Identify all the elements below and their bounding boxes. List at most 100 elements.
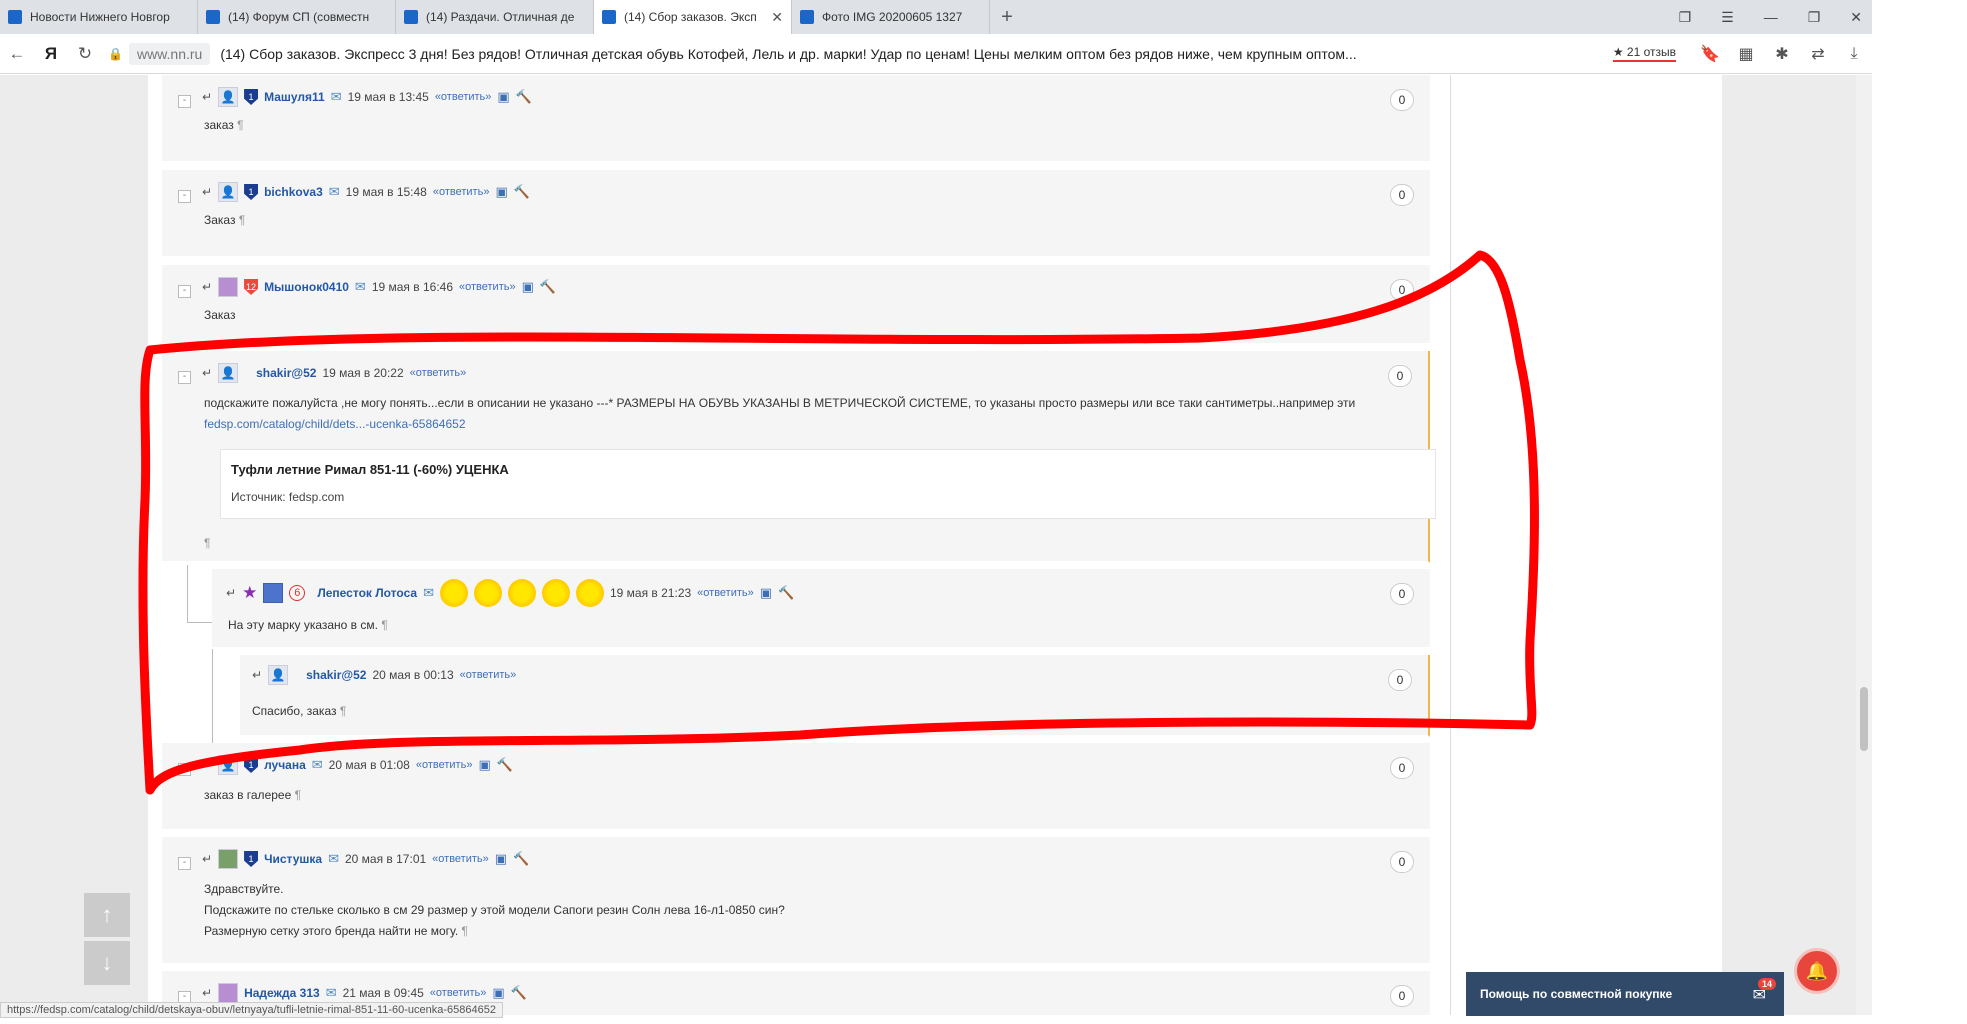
vote-counter[interactable]: 0 (1390, 89, 1414, 111)
collapse-toggle[interactable]: - (178, 285, 191, 298)
username[interactable]: Чистушка (264, 852, 322, 866)
mail-icon[interactable]: ✉ (329, 184, 340, 200)
window-controls: ❐ ☰ — ❐ ✕ (1679, 0, 1862, 34)
collapse-toggle[interactable]: - (178, 95, 191, 108)
avatar[interactable]: 👤 (268, 665, 289, 685)
vote-counter[interactable]: 0 (1390, 851, 1414, 873)
tab-3[interactable]: (14) Раздачи. Отличная де (396, 0, 594, 34)
tab-4-active[interactable]: (14) Сбор заказов. Эксп ✕ (594, 0, 792, 34)
link-preview-card[interactable]: Туфли летние Римал 851-11 (-60%) УЦЕНКА … (220, 449, 1436, 519)
mail-icon[interactable]: ✉ (331, 89, 342, 105)
hammer-icon[interactable]: 🔨 (497, 757, 513, 773)
menu-icon[interactable]: ☰ (1721, 9, 1734, 26)
reload-icon[interactable]: ↻ (68, 44, 102, 64)
download-icon[interactable]: ⤓ (1836, 45, 1872, 63)
mail-icon[interactable]: ✉ (312, 757, 323, 773)
hammer-icon[interactable]: 🔨 (511, 985, 527, 1001)
collapse-toggle[interactable]: - (178, 371, 191, 384)
reply-link[interactable]: «ответить» (430, 987, 487, 999)
reviews-badge[interactable]: ★ 21 отзыв (1612, 45, 1676, 62)
scrollbar-thumb[interactable] (1860, 687, 1868, 751)
tab-2[interactable]: (14) Форум СП (совместн (198, 0, 396, 34)
vote-counter[interactable]: 0 (1390, 757, 1414, 779)
reply-link[interactable]: «ответить» (435, 91, 492, 103)
collapse-toggle[interactable]: - (178, 190, 191, 203)
gift-icon[interactable]: ▣ (522, 279, 534, 295)
sun-award-icon (507, 579, 536, 607)
avatar[interactable]: 👤 (218, 363, 239, 383)
gift-icon[interactable]: ▣ (478, 757, 490, 773)
hammer-icon[interactable]: 🔨 (778, 585, 794, 601)
avatar[interactable]: 👤 (218, 755, 239, 775)
username[interactable]: Машуля11 (264, 90, 325, 104)
mail-icon[interactable]: ✉ (355, 279, 366, 295)
mail-icon[interactable]: ✉ (326, 985, 337, 1001)
avatar[interactable] (218, 849, 239, 869)
hammer-icon[interactable]: 🔨 (514, 184, 530, 200)
hammer-icon[interactable]: 🔨 (513, 851, 529, 867)
restore-icon[interactable]: ❐ (1808, 9, 1821, 26)
avatar[interactable] (263, 583, 284, 603)
url-field[interactable]: 🔒 www.nn.ru (14) Сбор заказов. Экспресс … (108, 40, 1589, 68)
reply-link[interactable]: «ответить» (460, 669, 517, 681)
yandex-logo-icon[interactable]: Я (34, 44, 68, 64)
translate-icon[interactable]: ⇄ (1800, 44, 1836, 64)
tab-5[interactable]: Фото IMG 20200605 1327 (792, 0, 990, 34)
back-icon[interactable]: ← (0, 44, 34, 64)
vote-counter[interactable]: 0 (1390, 985, 1414, 1007)
gift-icon[interactable]: ▣ (760, 585, 772, 601)
mail-icon[interactable]: ✉ (328, 851, 339, 867)
close-window-icon[interactable]: ✕ (1850, 9, 1862, 26)
vertical-scrollbar[interactable] (1856, 75, 1872, 1015)
product-link[interactable]: fedsp.com/catalog/child/dets...-ucenka-6… (204, 417, 466, 431)
username[interactable]: bichkova3 (264, 185, 323, 199)
minimize-icon[interactable]: — (1764, 9, 1778, 25)
gift-icon[interactable]: ▣ (495, 851, 507, 867)
username[interactable]: Надежда 313 (244, 986, 320, 1000)
vote-counter[interactable]: 0 (1390, 279, 1414, 301)
notification-bell-icon[interactable]: 🔔 (1794, 948, 1840, 994)
username[interactable]: Мышонок0410 (264, 280, 349, 294)
reply-link[interactable]: «ответить» (459, 281, 516, 293)
username[interactable]: shakir@52 (256, 366, 316, 380)
lock-icon[interactable]: 🔒 (108, 47, 123, 61)
comment-text: Заказ (204, 213, 236, 227)
close-tab-icon[interactable]: ✕ (771, 9, 783, 26)
tab-1[interactable]: Новости Нижнего Новгор (0, 0, 198, 34)
avatar[interactable]: 👤 (218, 182, 239, 202)
username[interactable]: Лепесток Лотоса (317, 586, 417, 600)
username[interactable]: лучана (264, 758, 306, 772)
collapse-toggle[interactable]: - (178, 857, 191, 870)
gift-icon[interactable]: ▣ (495, 184, 507, 200)
new-tab-icon[interactable]: + (990, 0, 1024, 34)
avatar[interactable] (218, 277, 239, 297)
help-chat-box[interactable]: Помощь по совместной покупке ✉ 14 (1466, 972, 1784, 1016)
preview-title[interactable]: Туфли летние Римал 851-11 (-60%) УЦЕНКА (231, 462, 509, 477)
extension-1-icon[interactable]: ▦ (1728, 44, 1764, 64)
gift-icon[interactable]: ▣ (497, 89, 509, 105)
vote-counter[interactable]: 0 (1390, 583, 1414, 605)
reply-link[interactable]: «ответить» (697, 587, 754, 599)
avatar[interactable]: 👤 (218, 87, 239, 107)
extension-2-icon[interactable]: ✱ (1764, 44, 1800, 64)
collapse-toggle[interactable]: - (178, 763, 191, 776)
scroll-down-button[interactable]: ↓ (84, 941, 130, 985)
mail-icon[interactable]: ✉ (423, 585, 434, 601)
reply-link[interactable]: «ответить» (432, 853, 489, 865)
reply-link[interactable]: «ответить» (433, 186, 490, 198)
avatar[interactable] (218, 983, 239, 1003)
reply-link[interactable]: «ответить» (416, 759, 473, 771)
hammer-icon[interactable]: 🔨 (516, 89, 532, 105)
comment-text: заказ в галерее (204, 788, 292, 802)
username[interactable]: shakir@52 (306, 668, 366, 682)
scroll-up-button[interactable]: ↑ (84, 893, 130, 937)
reply-link[interactable]: «ответить» (410, 367, 467, 379)
bookmark-icon[interactable]: 🔖 (1692, 44, 1728, 64)
hammer-icon[interactable]: 🔨 (540, 279, 556, 295)
vote-counter[interactable]: 0 (1388, 669, 1412, 691)
gift-icon[interactable]: ▣ (492, 985, 504, 1001)
vote-counter[interactable]: 0 (1390, 184, 1414, 206)
tabs-icon[interactable]: ❐ (1679, 9, 1692, 26)
vote-counter[interactable]: 0 (1388, 365, 1412, 387)
comment-date: 20 мая в 17:01 (344, 852, 427, 866)
